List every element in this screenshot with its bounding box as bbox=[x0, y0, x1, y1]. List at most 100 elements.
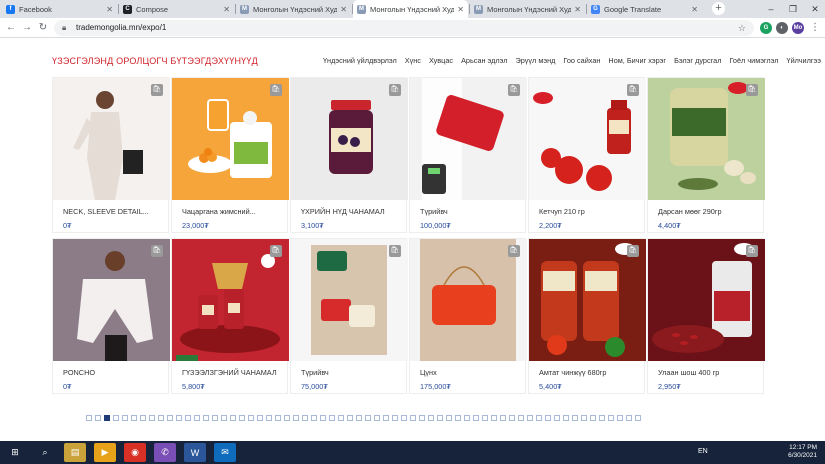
minimize-icon[interactable]: – bbox=[760, 0, 782, 18]
product-card[interactable]: 🛍︎ Цүнх 175,000₮ bbox=[409, 238, 527, 394]
pagination-dot[interactable] bbox=[410, 415, 416, 421]
product-name[interactable]: ГҮЗЭЭЛЗГЭНИЙ ЧАНАМАЛ bbox=[182, 368, 282, 377]
pagination-dot[interactable] bbox=[383, 415, 389, 421]
pagination-dot[interactable] bbox=[554, 415, 560, 421]
pagination-dot[interactable] bbox=[347, 415, 353, 421]
pagination-dot[interactable] bbox=[104, 415, 110, 421]
pagination-dot[interactable] bbox=[176, 415, 182, 421]
product-image[interactable] bbox=[529, 78, 646, 200]
product-card[interactable]: 🛍︎ Амтат чинжүү 680гр 5,400₮ bbox=[528, 238, 646, 394]
pagination-dot[interactable] bbox=[113, 415, 119, 421]
menu-item[interactable]: Үйлчилгээ bbox=[783, 56, 825, 65]
pagination-dot[interactable] bbox=[275, 415, 281, 421]
pagination-dot[interactable] bbox=[590, 415, 596, 421]
shopping-bag-icon[interactable]: 🛍︎ bbox=[746, 84, 758, 96]
pagination-dot[interactable] bbox=[608, 415, 614, 421]
pagination-dot[interactable] bbox=[248, 415, 254, 421]
product-name[interactable]: Кетчуп 210 гр bbox=[539, 207, 639, 216]
browser-tab[interactable]: C Compose ✕ bbox=[119, 0, 234, 18]
browser-tab[interactable]: f Facebook ✕ bbox=[2, 0, 117, 18]
pagination-dot[interactable] bbox=[527, 415, 533, 421]
product-name[interactable]: PONCHO bbox=[63, 368, 163, 377]
media-player-icon[interactable]: ▶ bbox=[94, 443, 116, 462]
tab-close-icon[interactable]: ✕ bbox=[223, 5, 230, 14]
back-icon[interactable]: ← bbox=[4, 21, 18, 35]
pagination-dot[interactable] bbox=[230, 415, 236, 421]
pagination-dot[interactable] bbox=[266, 415, 272, 421]
pagination-dot[interactable] bbox=[365, 415, 371, 421]
product-image[interactable] bbox=[410, 239, 527, 361]
pagination-dot[interactable] bbox=[302, 415, 308, 421]
product-card[interactable]: 🛍︎ Түрийвч 100,000₮ bbox=[409, 77, 527, 233]
pagination-dot[interactable] bbox=[572, 415, 578, 421]
menu-item[interactable]: Хувцас bbox=[425, 56, 457, 65]
product-card[interactable]: 🛍︎ Кетчуп 210 гр 2,200₮ bbox=[528, 77, 646, 233]
pagination-dot[interactable] bbox=[419, 415, 425, 421]
shopping-bag-icon[interactable]: 🛍︎ bbox=[389, 245, 401, 257]
shopping-bag-icon[interactable]: 🛍︎ bbox=[151, 245, 163, 257]
product-card[interactable]: 🛍︎ Улаан шош 400 гр 2,950₮ bbox=[647, 238, 765, 394]
pagination-dot[interactable] bbox=[563, 415, 569, 421]
shopping-bag-icon[interactable]: 🛍︎ bbox=[270, 84, 282, 96]
pagination-dot[interactable] bbox=[617, 415, 623, 421]
mail-icon[interactable]: ✉ bbox=[214, 443, 236, 462]
product-image[interactable] bbox=[53, 78, 170, 200]
bookmark-star-icon[interactable]: ☆ bbox=[738, 20, 746, 36]
pagination-dot[interactable] bbox=[158, 415, 164, 421]
pagination-dot[interactable] bbox=[536, 415, 542, 421]
browser-tab[interactable]: M Монголын Үндэсний Худалда✕ bbox=[353, 0, 468, 18]
pagination-dot[interactable] bbox=[185, 415, 191, 421]
pagination-dot[interactable] bbox=[599, 415, 605, 421]
language-indicator[interactable]: EN bbox=[698, 448, 708, 455]
product-image[interactable] bbox=[648, 78, 765, 200]
product-name[interactable]: Дарсан мөөг 290гр bbox=[658, 207, 758, 216]
tab-close-icon[interactable]: ✕ bbox=[457, 5, 464, 14]
pagination-dot[interactable] bbox=[500, 415, 506, 421]
product-image[interactable] bbox=[648, 239, 765, 361]
pagination-dot[interactable] bbox=[149, 415, 155, 421]
product-image[interactable] bbox=[172, 78, 289, 200]
product-image[interactable] bbox=[529, 239, 646, 361]
pagination-dot[interactable] bbox=[392, 415, 398, 421]
product-card[interactable]: 🛍︎ Түрийвч 75,000₮ bbox=[290, 238, 408, 394]
product-image[interactable] bbox=[410, 78, 527, 200]
pagination-dot[interactable] bbox=[545, 415, 551, 421]
pagination-dot[interactable] bbox=[635, 415, 641, 421]
shopping-bag-icon[interactable]: 🛍︎ bbox=[508, 84, 520, 96]
product-image[interactable] bbox=[291, 78, 408, 200]
product-name[interactable]: Улаан шош 400 гр bbox=[658, 368, 758, 377]
pagination-dot[interactable] bbox=[140, 415, 146, 421]
product-image[interactable] bbox=[291, 239, 408, 361]
viber-icon[interactable]: ✆ bbox=[154, 443, 176, 462]
pagination-dot[interactable] bbox=[464, 415, 470, 421]
menu-dots-icon[interactable]: ⋮ bbox=[808, 21, 822, 35]
tab-close-icon[interactable]: ✕ bbox=[574, 5, 581, 14]
shopping-bag-icon[interactable]: 🛍︎ bbox=[270, 245, 282, 257]
word-icon[interactable]: W bbox=[184, 443, 206, 462]
product-card[interactable]: 🛍︎ ҮХРИЙН НҮД ЧАНАМАЛ 3,100₮ bbox=[290, 77, 408, 233]
pagination-dot[interactable] bbox=[581, 415, 587, 421]
product-name[interactable]: Түрийвч bbox=[420, 207, 520, 216]
pagination-dot[interactable] bbox=[320, 415, 326, 421]
pagination-dot[interactable] bbox=[311, 415, 317, 421]
search-icon[interactable]: ⌕ bbox=[34, 443, 56, 462]
tab-close-icon[interactable]: ✕ bbox=[340, 5, 347, 14]
product-image[interactable] bbox=[172, 239, 289, 361]
tab-close-icon[interactable]: ✕ bbox=[691, 5, 698, 14]
pagination-dot[interactable] bbox=[293, 415, 299, 421]
menu-item[interactable]: Хүнс bbox=[401, 56, 425, 65]
profile-avatar[interactable]: Mo bbox=[792, 22, 804, 34]
pagination-dot[interactable] bbox=[374, 415, 380, 421]
pagination-dot[interactable] bbox=[239, 415, 245, 421]
shopping-bag-icon[interactable]: 🛍︎ bbox=[389, 84, 401, 96]
reload-icon[interactable]: ↻ bbox=[36, 21, 50, 35]
menu-item[interactable]: Ном, Бичиг хэрэг bbox=[604, 56, 670, 65]
windows-start-icon[interactable]: ⊞ bbox=[4, 443, 26, 462]
restore-icon[interactable]: ❐ bbox=[782, 0, 804, 18]
url-input[interactable]: 🔒︎ trademongolia.mn/expo/1 ☆ bbox=[54, 20, 754, 36]
pagination-dot[interactable] bbox=[257, 415, 263, 421]
pagination-dot[interactable] bbox=[95, 415, 101, 421]
pagination-dot[interactable] bbox=[203, 415, 209, 421]
product-card[interactable]: 🛍︎ PONCHO 0₮ bbox=[52, 238, 170, 394]
pagination-dot[interactable] bbox=[518, 415, 524, 421]
